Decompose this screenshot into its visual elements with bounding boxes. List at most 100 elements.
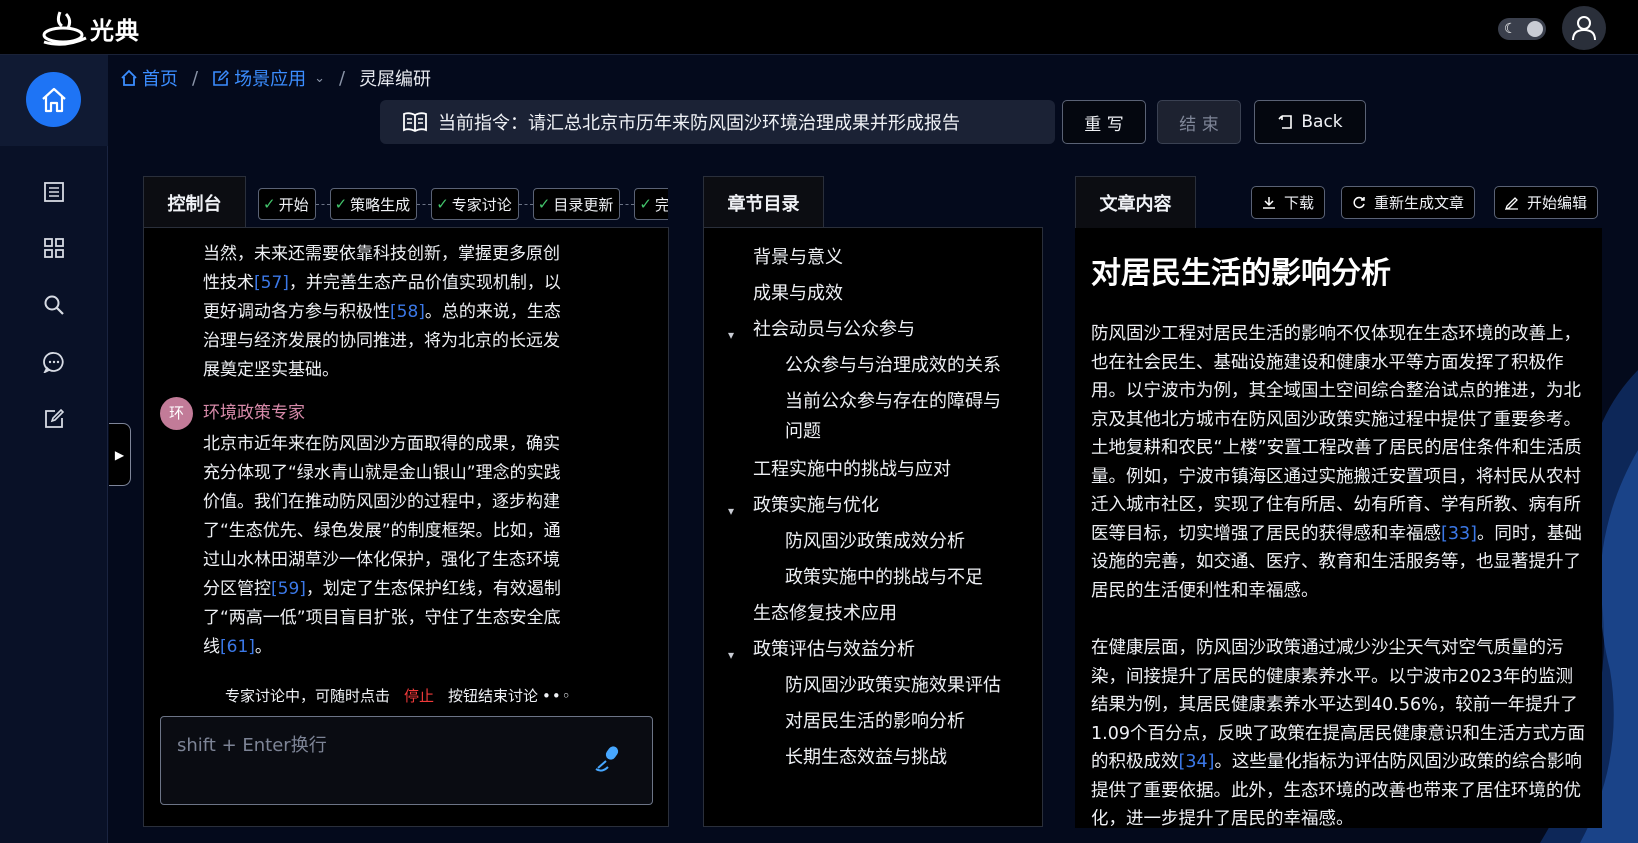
article-title: 对居民生活的影响分析 <box>1091 256 1391 291</box>
expert-name: 环境政策专家 <box>203 403 305 423</box>
toc-item[interactable]: 政策评估与效益分析 <box>753 634 915 665</box>
book-icon <box>403 112 427 133</box>
logo-text: 光典 <box>90 16 140 45</box>
microphone-icon[interactable] <box>592 743 624 779</box>
step-item[interactable]: ✓完成 <box>634 188 668 220</box>
step-item[interactable]: ✓ 目录更新 <box>532 188 621 220</box>
breadcrumb-separator: / <box>192 67 199 89</box>
sidebar-item-chat[interactable] <box>42 350 66 374</box>
tab-article[interactable]: 文章内容 <box>1075 176 1196 228</box>
status-text: 按钮结束讨论 <box>448 687 539 705</box>
check-icon: ✓ <box>537 195 551 213</box>
sidebar-item-list[interactable] <box>42 180 66 204</box>
status-text: 专家讨论中，可随时点击 <box>225 687 391 705</box>
tab-toc[interactable]: 章节目录 <box>703 176 824 228</box>
theme-toggle[interactable]: ☾ <box>1498 18 1546 40</box>
search-icon <box>44 295 64 315</box>
expert-avatar: 环 <box>160 397 193 430</box>
step-connector <box>315 203 330 205</box>
caret-down-icon[interactable]: ▾ <box>728 504 734 518</box>
progress-steps: ✓开始✓策略生成✓专家讨论✓目录更新✓完成 <box>258 188 668 220</box>
citation-link[interactable]: [34] <box>1179 752 1215 772</box>
caret-right-icon: ▶ <box>114 447 125 462</box>
line: 北京市近年来在防风固沙方面取得的成果，确实 <box>203 434 560 454</box>
instruction-text: 请汇总北京市历年来防风固沙环境治理成果并形成报告 <box>528 113 960 134</box>
citation-link[interactable]: [58] <box>390 302 425 322</box>
citation-link[interactable]: [61] <box>220 637 255 657</box>
article-panel: 对居民生活的影响分析 防风固沙工程对居民生活的影响不仅体现在生态环境的改善上，也… <box>1075 228 1602 828</box>
rewrite-button[interactable]: 重 写 <box>1062 100 1146 144</box>
message-line: 。总的来说，生态 <box>424 302 561 322</box>
home-icon <box>121 69 137 86</box>
user-avatar[interactable] <box>1562 6 1606 50</box>
regenerate-label: 重新生成文章 <box>1374 194 1465 212</box>
step-label: 专家讨论 <box>451 195 512 214</box>
message-line: ，并完善生态产品价值实现机制，以 <box>288 273 561 293</box>
chat-input-box <box>160 716 653 805</box>
end-button[interactable]: 结 束 <box>1157 100 1241 144</box>
stop-link[interactable]: 停止 <box>404 685 434 706</box>
toc-item[interactable]: 防风固沙政策实施效果评估 <box>785 670 1001 701</box>
toc-item[interactable]: 问题 <box>785 416 821 447</box>
app-logo[interactable]: 光典 <box>42 8 140 48</box>
sidebar-item-apps[interactable] <box>42 236 66 260</box>
check-icon: ✓ <box>334 195 348 213</box>
edit-icon <box>1505 196 1518 210</box>
message-line: 展奠定坚实基础。 <box>203 360 339 380</box>
sidebar-item-edit[interactable] <box>42 407 66 431</box>
sidebar-home-block <box>0 55 108 146</box>
toc-item[interactable]: 政策实施与优化 <box>753 490 879 521</box>
toc-item[interactable]: 工程实施中的挑战与应对 <box>753 454 951 485</box>
breadcrumb-home[interactable]: 首页 <box>120 65 178 91</box>
toc-item[interactable]: 当前公众参与存在的障碍与 <box>785 386 1001 417</box>
line: 价值。我们在推动防风固沙的过程中，逐步构建 <box>203 492 560 512</box>
regenerate-button[interactable]: 重新生成文章 <box>1341 186 1476 219</box>
toc-item[interactable]: 社会动员与公众参与 <box>753 314 915 345</box>
edit-button[interactable]: 开始编辑 <box>1494 186 1599 219</box>
collapse-handle[interactable]: ▶ <box>109 423 131 486</box>
tab-console[interactable]: 控制台 <box>143 176 246 228</box>
caret-down-icon[interactable]: ▾ <box>728 328 734 342</box>
line: 分区管控 <box>203 579 271 599</box>
breadcrumb-home-label: 首页 <box>142 69 178 90</box>
step-label: 完成 <box>654 195 668 214</box>
toc-item[interactable]: 政策实施中的挑战与不足 <box>785 562 983 593</box>
toc-item[interactable]: 生态修复技术应用 <box>753 598 897 629</box>
toc-item[interactable]: 长期生态效益与挑战 <box>785 742 947 773</box>
download-icon <box>1263 196 1275 209</box>
expert-message: 北京市近年来在防风固沙方面取得的成果，确实 充分体现了“绿水青山就是金山银山”理… <box>160 430 650 662</box>
home-icon <box>41 87 66 112</box>
step-label: 策略生成 <box>350 195 411 214</box>
sidebar-item-search[interactable] <box>42 293 66 317</box>
check-icon: ✓ <box>263 195 276 213</box>
toc-item[interactable]: 背景与意义 <box>753 242 843 273</box>
message-line: 当然，未来还需要依靠科技创新，掌握更多原创 <box>203 244 560 264</box>
expert-header: 环 环境政策专家 <box>160 397 650 430</box>
step-item[interactable]: ✓ 开始 <box>258 188 316 220</box>
edit-icon <box>45 408 65 428</box>
toc-item[interactable]: 对居民生活的影响分析 <box>785 706 965 737</box>
citation-link[interactable]: [59] <box>271 579 306 599</box>
download-label: 下载 <box>1284 194 1315 212</box>
user-icon <box>1572 16 1596 41</box>
check-icon: ✓ <box>639 195 652 213</box>
citation-link[interactable]: [33] <box>1441 524 1477 544</box>
breadcrumb-scene[interactable]: 场景应用 ⌄ <box>212 65 325 91</box>
back-button[interactable]: Back <box>1254 100 1366 144</box>
step-connector <box>417 203 432 205</box>
grid-icon <box>44 238 64 258</box>
citation-link[interactable]: [57] <box>254 273 289 293</box>
loading-dots-icon: ••◦ <box>542 686 572 705</box>
sidebar-home-button[interactable] <box>26 72 81 127</box>
message-text: 当然，未来还需要依靠科技创新，掌握更多原创 性技术[57]，并完善生态产品价值实现… <box>160 240 650 385</box>
download-button[interactable]: 下载 <box>1251 186 1326 219</box>
edit-icon <box>213 70 230 86</box>
step-item[interactable]: ✓ 策略生成 <box>329 188 418 220</box>
step-item[interactable]: ✓ 专家讨论 <box>431 188 519 220</box>
toc-item[interactable]: 防风固沙政策成效分析 <box>785 526 965 557</box>
logo-icon <box>42 11 87 46</box>
toc-item[interactable]: 成果与成效 <box>753 278 843 309</box>
chat-input[interactable] <box>161 717 652 804</box>
caret-down-icon[interactable]: ▾ <box>728 648 734 662</box>
toc-item[interactable]: 公众参与与治理成效的关系 <box>785 350 1001 381</box>
